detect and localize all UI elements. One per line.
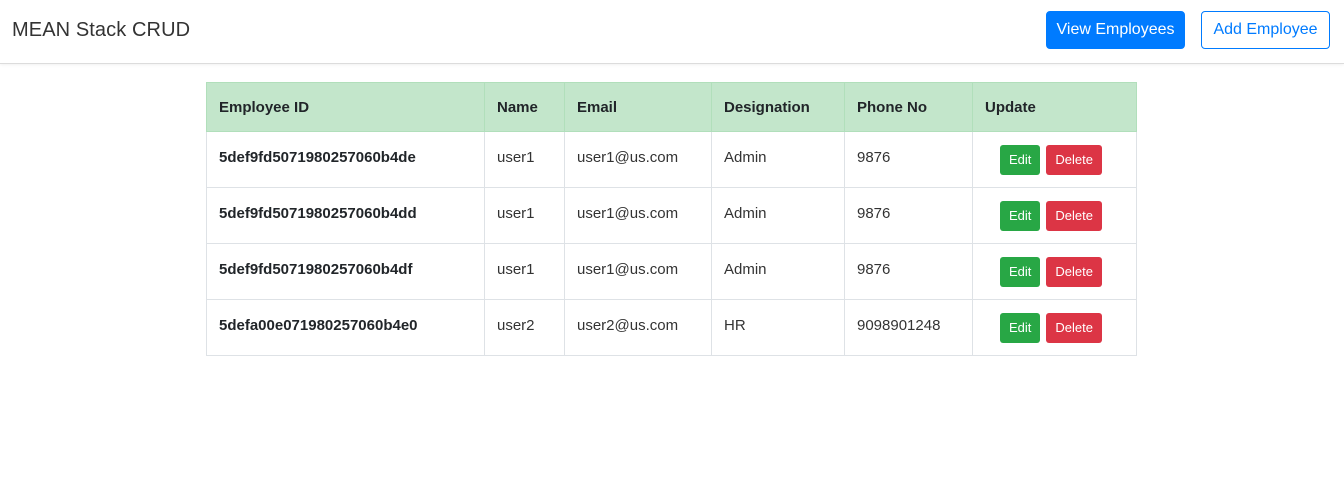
phone-cell: 9876	[844, 131, 973, 188]
table-row: 5def9fd5071980257060b4de user1 user1@us.…	[206, 131, 1137, 188]
column-header-update: Update	[972, 82, 1137, 132]
phone-cell: 9098901248	[844, 299, 973, 356]
column-header-email: Email	[564, 82, 712, 132]
update-cell: Edit Delete	[972, 187, 1137, 244]
name-cell: user1	[484, 187, 565, 244]
email-cell: user1@us.com	[564, 243, 712, 300]
employee-id-cell: 5def9fd5071980257060b4dd	[206, 187, 485, 244]
employees-table: Employee ID Name Email Designation Phone…	[206, 82, 1137, 356]
name-cell: user1	[484, 243, 565, 300]
designation-cell: HR	[711, 299, 845, 356]
phone-cell: 9876	[844, 187, 973, 244]
delete-button[interactable]: Delete	[1046, 145, 1102, 175]
table-row: 5def9fd5071980257060b4dd user1 user1@us.…	[206, 187, 1137, 244]
edit-button[interactable]: Edit	[1000, 145, 1041, 175]
table-row: 5def9fd5071980257060b4df user1 user1@us.…	[206, 243, 1137, 300]
email-cell: user1@us.com	[564, 131, 712, 188]
edit-button[interactable]: Edit	[1000, 257, 1041, 287]
table-row: 5defa00e071980257060b4e0 user2 user2@us.…	[206, 299, 1137, 356]
email-cell: user2@us.com	[564, 299, 712, 356]
employee-id-cell: 5def9fd5071980257060b4df	[206, 243, 485, 300]
column-header-employee-id: Employee ID	[206, 82, 485, 132]
designation-cell: Admin	[711, 187, 845, 244]
column-header-designation: Designation	[711, 82, 845, 132]
edit-button[interactable]: Edit	[1000, 313, 1041, 343]
view-employees-button[interactable]: View Employees	[1046, 11, 1185, 49]
name-cell: user1	[484, 131, 565, 188]
add-employee-button[interactable]: Add Employee	[1201, 11, 1330, 49]
column-header-phone: Phone No	[844, 82, 973, 132]
table-header-row: Employee ID Name Email Designation Phone…	[206, 82, 1137, 132]
navbar: MEAN Stack CRUD View Employees Add Emplo…	[0, 0, 1344, 64]
employee-id-cell: 5defa00e071980257060b4e0	[206, 299, 485, 356]
edit-button[interactable]: Edit	[1000, 201, 1041, 231]
update-cell: Edit Delete	[972, 243, 1137, 300]
column-header-name: Name	[484, 82, 565, 132]
delete-button[interactable]: Delete	[1046, 201, 1102, 231]
name-cell: user2	[484, 299, 565, 356]
employee-id-cell: 5def9fd5071980257060b4de	[206, 131, 485, 188]
designation-cell: Admin	[711, 243, 845, 300]
delete-button[interactable]: Delete	[1046, 313, 1102, 343]
designation-cell: Admin	[711, 131, 845, 188]
email-cell: user1@us.com	[564, 187, 712, 244]
app-brand[interactable]: MEAN Stack CRUD	[12, 19, 190, 42]
delete-button[interactable]: Delete	[1046, 257, 1102, 287]
phone-cell: 9876	[844, 243, 973, 300]
update-cell: Edit Delete	[972, 131, 1137, 188]
update-cell: Edit Delete	[972, 299, 1137, 356]
